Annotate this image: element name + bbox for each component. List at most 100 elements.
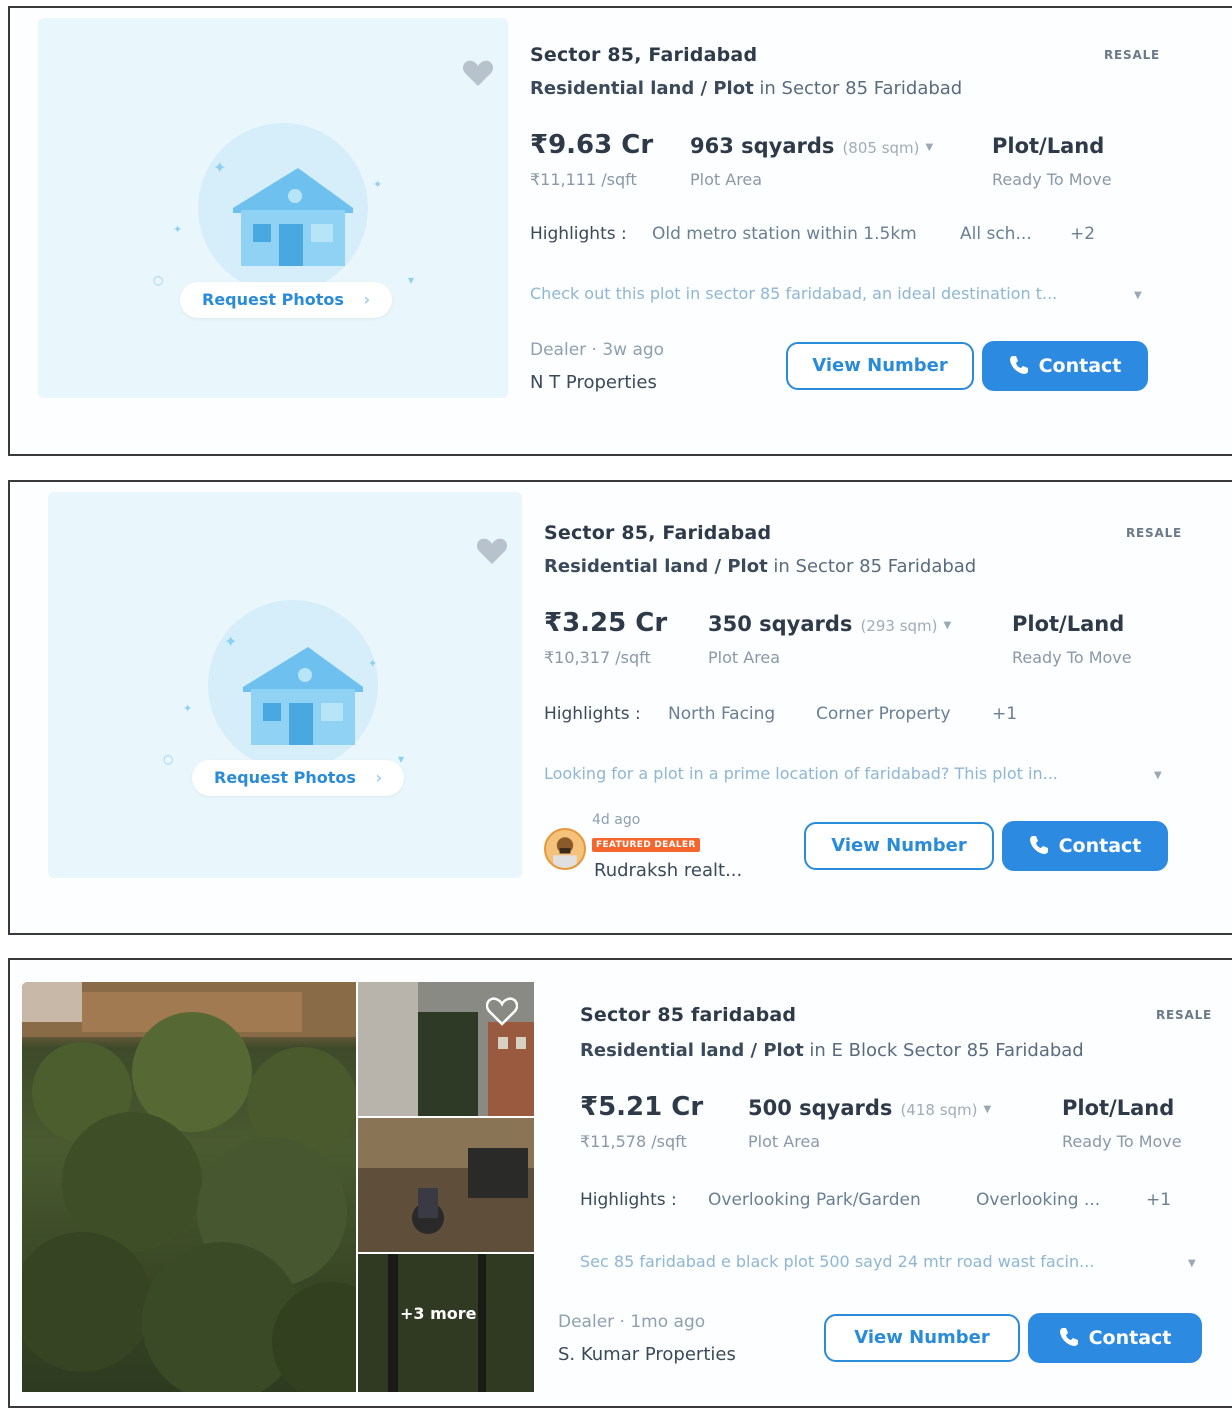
expand-description-icon[interactable]: ▼ <box>1134 290 1142 301</box>
listing-subtitle: Residential land / Plot in Sector 85 Far… <box>544 556 976 577</box>
highlight-chip: Overlooking ... <box>976 1190 1101 1210</box>
request-photos-label: Request Photos <box>202 290 344 309</box>
expand-description-icon[interactable]: ▼ <box>1188 1258 1196 1269</box>
plot-area-label: Plot Area <box>748 1132 821 1151</box>
dealer-name[interactable]: S. Kumar Properties <box>558 1344 736 1365</box>
dealer-name[interactable]: N T Properties <box>530 372 657 393</box>
photo-placeholder[interactable]: ✦ ✦ ✦ ○ ▾ Request Photos › <box>48 492 522 878</box>
contact-button[interactable]: Contact <box>1002 821 1168 871</box>
plot-area-label: Plot Area <box>690 170 763 189</box>
listing-title[interactable]: Sector 85 faridabad <box>580 1004 796 1026</box>
sparkle-icon: ✦ <box>183 702 193 715</box>
highlights-more-button[interactable]: +1 <box>1146 1190 1171 1210</box>
property-category: Residential land / Plot <box>530 78 754 99</box>
expand-description-icon[interactable]: ▼ <box>1154 770 1162 781</box>
listing-subtitle: Residential land / Plot in Sector 85 Far… <box>530 78 962 99</box>
highlights-more-button[interactable]: +1 <box>992 704 1017 724</box>
possession-status: Ready To Move <box>1062 1132 1182 1151</box>
sparkle-icon: ✦ <box>213 158 227 177</box>
view-number-button[interactable]: View Number <box>824 1314 1020 1362</box>
request-photos-label: Request Photos <box>214 768 356 787</box>
sparkle-icon: ✦ <box>173 223 183 236</box>
sparkle-icon: ✦ <box>368 657 378 670</box>
sparkle-icon: ✦ <box>224 632 238 651</box>
sparkle-icon: ▾ <box>408 273 415 287</box>
listing-subtitle: Residential land / Plot in E Block Secto… <box>580 1040 1084 1061</box>
listing-description[interactable]: Check out this plot in sector 85 faridab… <box>530 284 1057 303</box>
caret-down-icon: ▼ <box>925 141 934 153</box>
highlight-chip: North Facing <box>668 704 776 724</box>
price: ₹9.63 Cr <box>530 130 654 160</box>
resale-badge: RESALE <box>1156 1008 1213 1022</box>
price-per-sqft: ₹11,111 /sqft <box>530 170 637 189</box>
contact-button[interactable]: Contact <box>1028 1313 1202 1363</box>
dealer-posted: Dealer · 3w ago <box>530 340 665 360</box>
listing-title[interactable]: Sector 85, Faridabad <box>530 44 757 66</box>
listing-description[interactable]: Looking for a plot in a prime location o… <box>544 764 1058 783</box>
street-image <box>358 1118 534 1252</box>
heart-outline-icon[interactable] <box>486 996 518 1026</box>
photo-placeholder[interactable]: ✦ ✦ ✦ ○ ▾ Request Photos › <box>38 18 508 398</box>
dealer-name[interactable]: Rudraksh realt... <box>594 860 742 881</box>
heart-icon[interactable] <box>476 536 508 566</box>
listing-card[interactable]: ✦ ✦ ✦ ○ ▾ Request Photos › Sector 85, Fa… <box>8 480 1232 935</box>
plot-area-selector[interactable]: 963 sqyards (805 sqm) ▼ <box>690 134 933 158</box>
plot-area-selector[interactable]: 500 sqyards (418 sqm) ▼ <box>748 1096 991 1120</box>
listing-card[interactable]: ✦ ✦ ✦ ○ ▾ Request Photos › Sector 85, Fa… <box>8 6 1232 456</box>
plot-area-sqm: (293 sqm) <box>860 617 938 635</box>
featured-dealer-badge: FEATURED DEALER <box>592 838 700 852</box>
sparkle-icon: ▾ <box>398 752 405 766</box>
property-type: Plot/Land <box>992 134 1105 158</box>
sparkle-icon: ○ <box>163 752 174 766</box>
view-number-button[interactable]: View Number <box>786 342 974 390</box>
possession-status: Ready To Move <box>992 170 1112 189</box>
plot-area-label: Plot Area <box>708 648 781 667</box>
view-number-button[interactable]: View Number <box>804 822 994 870</box>
plot-area-value: 500 sqyards <box>748 1096 893 1120</box>
resale-badge: RESALE <box>1126 526 1183 540</box>
trees-image <box>358 1254 534 1392</box>
property-location: in E Block Sector 85 Faridabad <box>803 1040 1084 1061</box>
contact-button[interactable]: Contact <box>982 341 1148 391</box>
dealer-avatar[interactable] <box>544 828 586 870</box>
highlights-more-button[interactable]: +2 <box>1070 224 1095 244</box>
phone-icon <box>1029 835 1048 854</box>
price: ₹5.21 Cr <box>580 1092 704 1122</box>
highlight-chip: Corner Property <box>816 704 951 724</box>
price-per-sqft: ₹11,578 /sqft <box>580 1132 687 1151</box>
plot-area-sqm: (805 sqm) <box>842 139 920 157</box>
trees-image <box>22 982 356 1392</box>
thumbnail-photo[interactable] <box>358 1118 534 1252</box>
main-property-photo[interactable] <box>22 982 356 1392</box>
sparkle-icon: ○ <box>153 273 164 287</box>
possession-status: Ready To Move <box>1012 648 1132 667</box>
sparkle-icon: ✦ <box>373 178 383 191</box>
property-category: Residential land / Plot <box>580 1040 804 1061</box>
listing-card[interactable]: +3 more Sector 85 faridabad RESALE Resid… <box>8 958 1232 1408</box>
chevron-right-icon: › <box>375 768 383 787</box>
listing-title[interactable]: Sector 85, Faridabad <box>544 522 771 544</box>
plot-area-value: 350 sqyards <box>708 612 853 636</box>
plot-area-selector[interactable]: 350 sqyards (293 sqm) ▼ <box>708 612 951 636</box>
posted-ago: 4d ago <box>592 812 641 828</box>
plot-area-sqm: (418 sqm) <box>900 1101 978 1119</box>
highlight-chip: Old metro station within 1.5km <box>652 224 917 244</box>
property-location: in Sector 85 Faridabad <box>767 556 977 577</box>
price-per-sqft: ₹10,317 /sqft <box>544 648 651 667</box>
phone-icon <box>1009 355 1028 374</box>
heart-icon[interactable] <box>462 58 494 88</box>
caret-down-icon: ▼ <box>943 619 952 631</box>
dealer-posted: Dealer · 1mo ago <box>558 1312 706 1332</box>
contact-label: Contact <box>1088 1327 1172 1349</box>
plot-area-value: 963 sqyards <box>690 134 835 158</box>
highlights-label: Highlights : <box>544 704 641 724</box>
highlights-label: Highlights : <box>530 224 627 244</box>
property-type: Plot/Land <box>1012 612 1125 636</box>
request-photos-button[interactable]: Request Photos › <box>192 760 405 796</box>
listing-description[interactable]: Sec 85 faridabad e black plot 500 sayd 2… <box>580 1252 1094 1271</box>
contact-label: Contact <box>1038 355 1122 377</box>
more-photos-thumbnail[interactable]: +3 more <box>358 1254 534 1392</box>
highlights-label: Highlights : <box>580 1190 677 1210</box>
request-photos-button[interactable]: Request Photos › <box>180 282 393 318</box>
price: ₹3.25 Cr <box>544 608 668 638</box>
